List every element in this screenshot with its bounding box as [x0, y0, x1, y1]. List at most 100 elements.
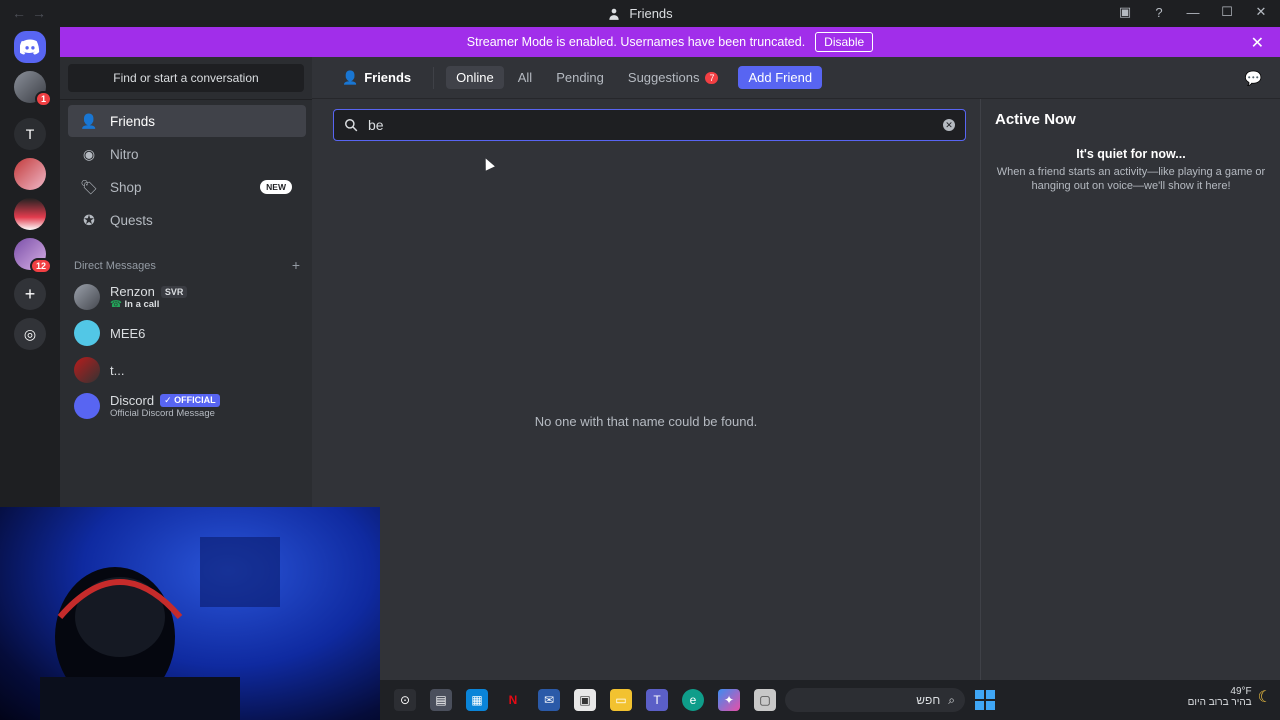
close-window-button[interactable]: ✕ — [1252, 4, 1270, 20]
friend-search-field[interactable]: ✕ — [333, 109, 966, 141]
friends-icon — [609, 8, 619, 20]
add-server-icon[interactable]: + — [14, 278, 46, 310]
clock-app-icon[interactable]: ⊙ — [394, 689, 416, 711]
tab-online[interactable]: Online — [446, 66, 504, 89]
sidebar-item-label: Nitro — [110, 146, 139, 162]
dm-item-discord[interactable]: Discord ✓ OFFICIAL Official Discord Messa… — [74, 388, 304, 424]
banner-text: Streamer Mode is enabled. Usernames have… — [466, 35, 806, 49]
official-tag-label: OFFICIAL — [174, 395, 216, 405]
back-arrow-icon[interactable]: ← — [12, 5, 32, 21]
windows-start-icon[interactable] — [975, 690, 995, 710]
window-title-text: Friends — [629, 6, 673, 21]
search-icon: ⌕ — [948, 692, 955, 707]
windows-taskbar: ⊙ ▤ ▦ N ✉ ▣ ▭ T e ✦ ▢ חפש ⌕ 49°F בהיר בר… — [380, 680, 1280, 720]
avatar — [74, 357, 100, 383]
dm-item-renzon[interactable]: Renzon SVR ☎ In a call — [74, 279, 304, 315]
avatar — [74, 284, 100, 310]
weather-moon-icon: ☾ — [1257, 689, 1272, 706]
dm-sidebar: Find or start a conversation 👤 Friends ◉… — [60, 57, 312, 507]
ms-store-icon[interactable]: ▣ — [574, 689, 596, 711]
server-avatar-2[interactable] — [14, 158, 46, 190]
avatar — [74, 320, 100, 346]
forward-arrow-icon[interactable]: → — [32, 5, 52, 21]
dm-status: ☎ In a call — [110, 299, 187, 310]
explore-icon[interactable]: ◎ — [14, 318, 46, 350]
quests-icon: ✪ — [83, 211, 95, 228]
close-banner-icon[interactable]: ✕ — [1251, 33, 1264, 53]
history-nav: ←→ — [12, 5, 52, 21]
sidebar-item-nitro[interactable]: ◉ Nitro — [68, 138, 306, 170]
outlook-icon[interactable]: ✉ — [538, 689, 560, 711]
edge-icon[interactable]: e — [682, 689, 704, 711]
dm-header: Direct Messages + — [74, 258, 300, 272]
active-now-panel: Active Now It's quiet for now... When a … — [980, 99, 1280, 680]
quiet-title: It's quiet for now... — [1076, 147, 1186, 161]
inbox-icon[interactable]: ▣ — [1116, 4, 1134, 20]
friends-title: 👤 Friends — [332, 66, 421, 90]
netflix-icon[interactable]: N — [502, 689, 524, 711]
store-app-icon[interactable]: ▦ — [466, 689, 488, 711]
sidebar-item-quests[interactable]: ✪ Quests — [68, 204, 306, 236]
taskbar-search[interactable]: חפש ⌕ — [785, 688, 965, 712]
tab-all[interactable]: All — [508, 66, 542, 89]
tab-suggestions-label: Suggestions — [627, 70, 700, 85]
dm-name: MEE6 — [110, 325, 146, 341]
snip-app-icon[interactable]: ▤ — [430, 689, 452, 711]
find-conversation-button[interactable]: Find or start a conversation — [68, 64, 304, 92]
sidebar-divider — [60, 99, 312, 100]
dm-item-mee6[interactable]: MEE6 — [74, 315, 304, 351]
discord-home-icon[interactable] — [14, 31, 46, 63]
new-group-dm-icon[interactable]: 💬 — [1245, 70, 1262, 87]
sidebar-item-friends[interactable]: 👤 Friends — [68, 105, 306, 137]
weather-desc: בהיר ברוב היום — [1187, 697, 1252, 708]
topbar-divider — [433, 66, 435, 89]
shop-icon: 🏷 — [80, 178, 98, 195]
server-list: 1 T 12 + ◎ — [0, 27, 60, 507]
dm-status-text: In a call — [124, 299, 160, 310]
server-t[interactable]: T — [14, 118, 46, 150]
create-dm-icon[interactable]: + — [292, 258, 300, 272]
friends-icon: 👤 — [342, 69, 359, 85]
dm-name: t... — [110, 362, 125, 378]
taskbar-search-text: חפש — [916, 693, 941, 707]
help-icon[interactable]: ? — [1150, 5, 1168, 20]
tab-suggestions[interactable]: Suggestions 7 — [618, 66, 729, 89]
active-now-empty: It's quiet for now... When a friend star… — [995, 147, 1267, 193]
nitro-icon: ◉ — [82, 145, 96, 162]
search-input[interactable] — [368, 117, 933, 133]
discord-avatar-icon — [74, 393, 100, 419]
server-avatar-svr[interactable] — [14, 198, 46, 230]
friends-topbar: 👤 Friends Online All Pending Suggestions 7… — [312, 57, 1280, 99]
search-icon — [345, 119, 358, 132]
teams-icon[interactable]: T — [646, 689, 668, 711]
title-bar: ←→ Friends ▣ ? — ☐ ✕ — [0, 0, 1280, 27]
copilot-icon[interactable]: ✦ — [718, 689, 740, 711]
clear-search-icon[interactable]: ✕ — [943, 119, 955, 131]
file-explorer-icon[interactable]: ▭ — [610, 689, 632, 711]
dm-name: Renzon — [110, 284, 155, 299]
disable-button[interactable]: Disable — [815, 32, 874, 52]
active-now-title: Active Now — [995, 111, 1076, 128]
unread-badge: 12 — [29, 258, 52, 274]
webcam-overlay — [0, 507, 380, 720]
server-avatar-3[interactable]: 12 — [14, 238, 52, 274]
weather-widget[interactable]: 49°F בהיר ברוב היום ☾ — [1188, 686, 1272, 708]
sidebar-item-label: Friends — [110, 113, 156, 129]
quiet-description: When a friend starts an activity—like pl… — [996, 166, 1266, 192]
dm-subtitle: Official Discord Message — [110, 408, 215, 419]
new-badge: NEW — [260, 180, 292, 194]
streamer-mode-banner: Streamer Mode is enabled. Usernames have… — [60, 27, 1280, 57]
task-view-icon[interactable]: ▢ — [754, 689, 776, 711]
dm-item-t[interactable]: t... — [74, 352, 304, 388]
dm-name: Discord — [110, 393, 155, 408]
temperature: 49°F — [1230, 686, 1252, 697]
official-tag: ✓ OFFICIAL — [160, 394, 220, 407]
minimize-button[interactable]: — — [1184, 5, 1202, 20]
maximize-button[interactable]: ☐ — [1218, 4, 1236, 20]
tab-pending[interactable]: Pending — [546, 66, 614, 89]
server-avatar-1[interactable]: 1 — [14, 71, 52, 107]
mention-badge: 1 — [34, 91, 52, 107]
window-title: Friends — [607, 6, 673, 21]
add-friend-button[interactable]: Add Friend — [738, 66, 823, 89]
sidebar-item-shop[interactable]: 🏷 Shop NEW — [68, 171, 306, 203]
